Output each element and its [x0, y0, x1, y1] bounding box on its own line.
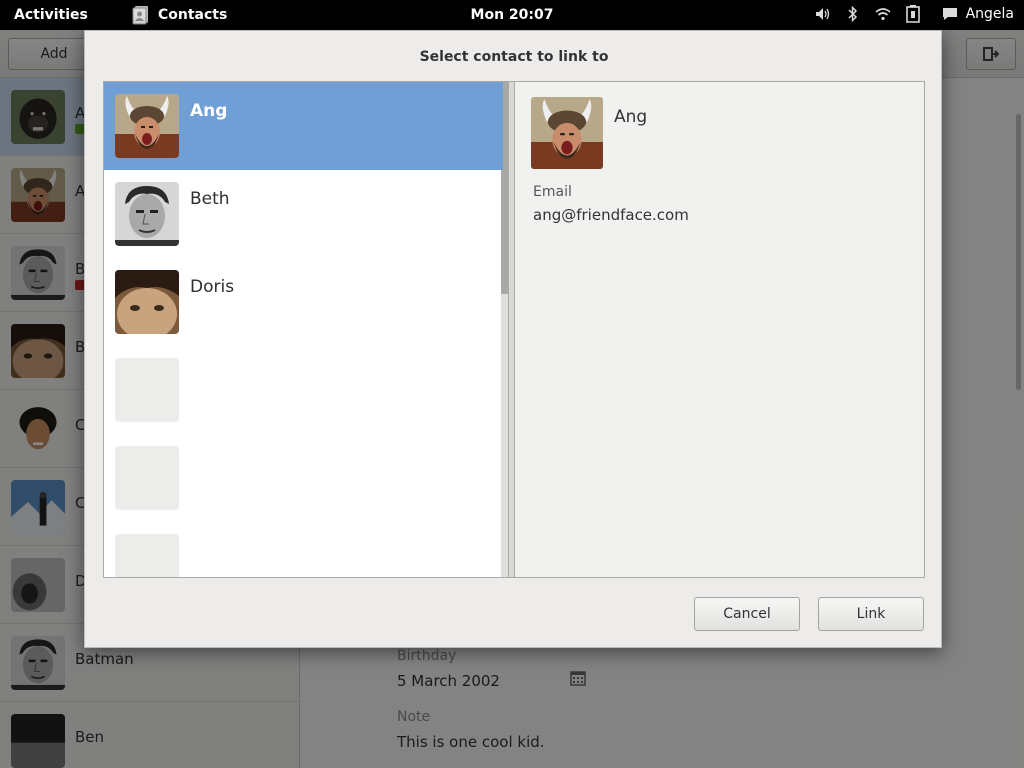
volume-icon[interactable]: [814, 4, 832, 24]
dialog-title: Select contact to link to: [419, 49, 609, 65]
avatar-placeholder: [115, 446, 179, 510]
contact-name: Beth: [190, 189, 230, 209]
user-menu[interactable]: Angela: [942, 6, 1014, 22]
app-name: Contacts: [158, 7, 228, 23]
email-label: Email: [533, 184, 572, 200]
preview-name: Ang: [614, 107, 648, 127]
contact-name: Doris: [190, 277, 235, 297]
avatar-placeholder: [115, 534, 179, 577]
top-bar: Activities Contacts Mon 20:07 Angela: [0, 0, 1024, 30]
contacts-app-icon: [132, 6, 148, 25]
battery-icon[interactable]: [904, 4, 922, 24]
activities-button[interactable]: Activities: [14, 7, 88, 23]
contact-row[interactable]: Beth: [104, 170, 503, 258]
contact-avatar: [115, 270, 179, 334]
cancel-button[interactable]: Cancel: [694, 597, 800, 631]
email-value: ang@friendface.com: [533, 206, 689, 224]
contact-row[interactable]: Doris: [104, 258, 503, 346]
contact-preview: Ang Email ang@friendface.com: [514, 81, 925, 578]
link-button[interactable]: Link: [818, 597, 924, 631]
wifi-icon[interactable]: [874, 4, 892, 24]
contact-row[interactable]: Ang: [104, 82, 503, 170]
contact-list: Ang Beth Doris: [103, 81, 509, 578]
link-contact-dialog: Select contact to link to Ang Beth Doris A…: [84, 30, 942, 648]
bluetooth-icon[interactable]: [844, 4, 862, 24]
preview-avatar: [531, 97, 603, 169]
contact-avatar: [115, 182, 179, 246]
clock[interactable]: Mon 20:07: [471, 7, 554, 23]
user-name: Angela: [965, 6, 1014, 22]
app-menu[interactable]: Contacts: [132, 5, 227, 25]
chat-icon: [942, 8, 957, 20]
contact-avatar: [115, 94, 179, 158]
contact-name: Ang: [190, 101, 228, 121]
avatar-placeholder: [115, 358, 179, 422]
